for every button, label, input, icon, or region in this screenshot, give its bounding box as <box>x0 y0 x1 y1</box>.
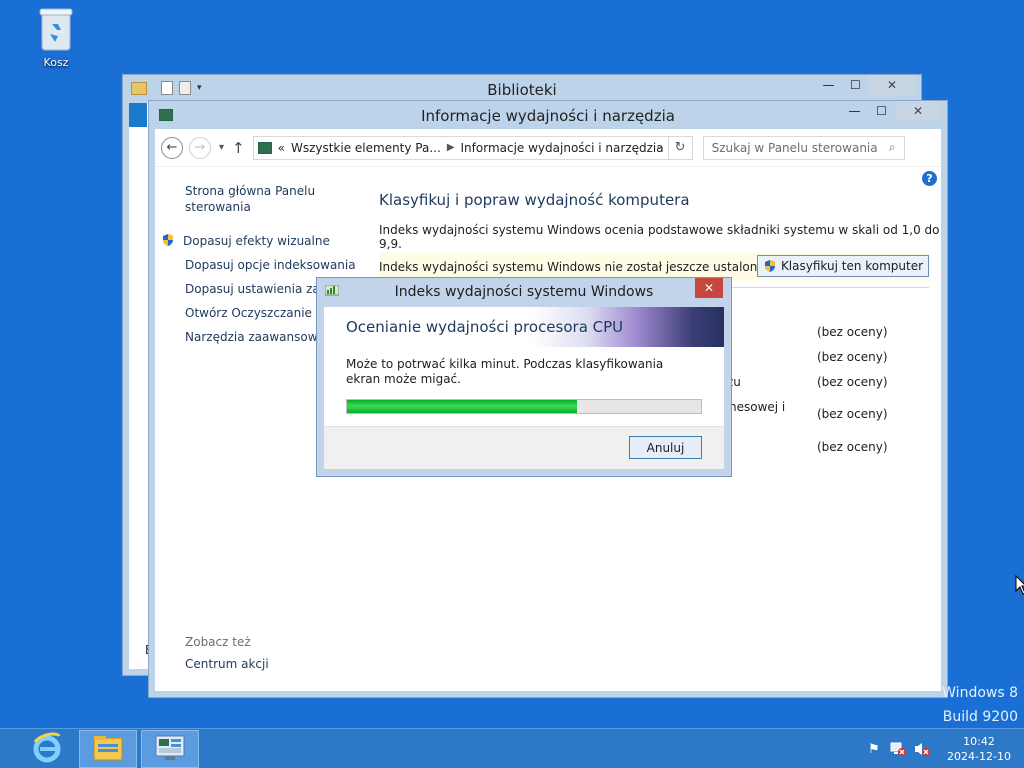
control-panel-icon <box>155 735 185 764</box>
window-controls: — ☐ ✕ <box>841 101 941 121</box>
search-placeholder: Szukaj w Panelu sterowania <box>711 140 878 155</box>
see-also-heading: Zobacz też <box>185 635 251 649</box>
dialog-message-line: Może to potrwać kilka minut. Podczas kla… <box>346 357 664 371</box>
uac-shield-icon <box>161 233 175 247</box>
breadcrumb-prefix[interactable]: « <box>278 141 285 155</box>
close-button[interactable]: ✕ <box>895 101 941 121</box>
internet-explorer-icon <box>31 732 63 767</box>
taskbar: ⚑ 10:42 2024-12-10 <box>0 728 1024 768</box>
subscore-value: (bez oceny) <box>817 350 888 364</box>
refresh-icon[interactable]: ↻ <box>667 135 692 160</box>
flag-icon[interactable]: ⚑ <box>862 737 886 761</box>
control-panel-icon <box>257 141 272 154</box>
dialog-body: Ocenianie wydajności procesora CPU Może … <box>324 307 724 469</box>
clock-date: 2024-12-10 <box>947 750 1011 763</box>
dialog-titlebar: Indeks wydajności systemu Windows ✕ <box>317 278 731 306</box>
address-bar[interactable]: « Wszystkie elementy Pa... ▶ Informacje … <box>252 135 693 160</box>
clock[interactable]: 10:42 2024-12-10 <box>934 734 1024 764</box>
navigation-bar: ← → ▾ ↑ « Wszystkie elementy Pa... ▶ Inf… <box>155 129 941 167</box>
minimize-button[interactable]: — <box>815 75 842 95</box>
assessment-dialog[interactable]: Indeks wydajności systemu Windows ✕ Ocen… <box>316 277 732 477</box>
watermark-line: Build 9200 <box>942 709 1018 725</box>
recent-locations-chevron-icon[interactable]: ▾ <box>219 142 224 153</box>
sidebar-item-home[interactable]: Strona główna Panelu sterowania <box>185 183 325 215</box>
uac-shield-icon <box>763 259 777 273</box>
sidebar-item-visual-effects[interactable]: Dopasuj efekty wizualne <box>163 233 385 249</box>
dialog-content: Może to potrwać kilka minut. Podczas kla… <box>324 347 724 427</box>
mouse-cursor-icon <box>1015 574 1024 598</box>
performance-icon <box>324 284 340 297</box>
component-label: nesowej i <box>729 400 786 414</box>
window-title: Informacje wydajności i narzędzia <box>421 107 675 125</box>
back-button[interactable]: ← <box>161 136 183 159</box>
file-explorer-icon <box>92 734 124 765</box>
arrow-left-icon: ← <box>166 140 178 155</box>
classify-button[interactable]: Klasyfikuj ten komputer <box>757 255 929 277</box>
help-icon[interactable]: ? <box>922 171 937 186</box>
sidebar-item-indexing[interactable]: Dopasuj opcje indeksowania <box>185 257 385 273</box>
notice-text: Indeks wydajności systemu Windows nie zo… <box>379 260 767 274</box>
sidebar-item-label: Dopasuj efekty wizualne <box>183 234 330 248</box>
recycle-bin-label: Kosz <box>43 56 69 69</box>
breadcrumb-item[interactable]: Wszystkie elementy Pa... <box>291 141 441 155</box>
recycle-bin[interactable]: Kosz <box>30 6 82 69</box>
search-input[interactable]: Szukaj w Panelu sterowania ⌕ <box>702 135 905 160</box>
forward-button[interactable]: → <box>189 136 211 159</box>
dialog-message-line: ekran może migać. <box>346 372 461 386</box>
watermark-line: Windows 8 <box>942 685 1018 701</box>
maximize-button[interactable]: ☐ <box>868 101 895 121</box>
clock-time: 10:42 <box>963 735 995 748</box>
minimize-button[interactable]: — <box>841 101 868 121</box>
taskbar-control-panel[interactable] <box>141 730 199 768</box>
subscore-value: (bez oceny) <box>817 375 888 389</box>
subscore-value: (bez oceny) <box>817 440 888 454</box>
search-icon: ⌕ <box>888 140 896 154</box>
system-tray: ⚑ 10:42 2024-12-10 <box>862 729 1024 768</box>
classify-button-label: Klasyfikuj ten komputer <box>780 259 924 273</box>
maximize-button[interactable]: ☐ <box>842 75 869 95</box>
subscore-value: (bez oceny) <box>817 325 888 339</box>
address-dropdown-icon[interactable]: ⌄ <box>655 141 663 152</box>
dialog-heading: Ocenianie wydajności procesora CPU <box>324 307 724 347</box>
breadcrumb-item[interactable]: Informacje wydajności i narzędzia <box>461 141 664 155</box>
progress-bar <box>346 399 702 414</box>
page-description: Indeks wydajności systemu Windows ocenia… <box>379 223 940 251</box>
breadcrumb-separator-icon: ▶ <box>446 142 455 153</box>
dialog-title: Indeks wydajności systemu Windows <box>394 284 654 300</box>
subscore-value: (bez oceny) <box>817 407 888 421</box>
page-title: Klasyfikuj i popraw wydajność komputera <box>379 191 690 209</box>
taskbar-file-explorer[interactable] <box>79 730 137 768</box>
taskbar-internet-explorer[interactable] <box>18 730 76 768</box>
close-button[interactable]: ✕ <box>869 75 915 95</box>
dialog-close-button[interactable]: ✕ <box>695 278 723 298</box>
arrow-right-icon: → <box>194 140 206 155</box>
network-icon[interactable] <box>886 737 910 761</box>
progress-fill <box>347 400 578 413</box>
window-controls: — ☐ ✕ <box>815 75 915 95</box>
recycle-bin-icon <box>38 6 74 52</box>
cancel-button[interactable]: Anuluj <box>629 436 702 459</box>
action-center-link[interactable]: Centrum akcji <box>185 657 269 671</box>
ribbon-tab-strip <box>129 103 147 127</box>
volume-muted-icon[interactable] <box>910 737 934 761</box>
up-arrow-icon[interactable]: ↑ <box>232 139 245 157</box>
